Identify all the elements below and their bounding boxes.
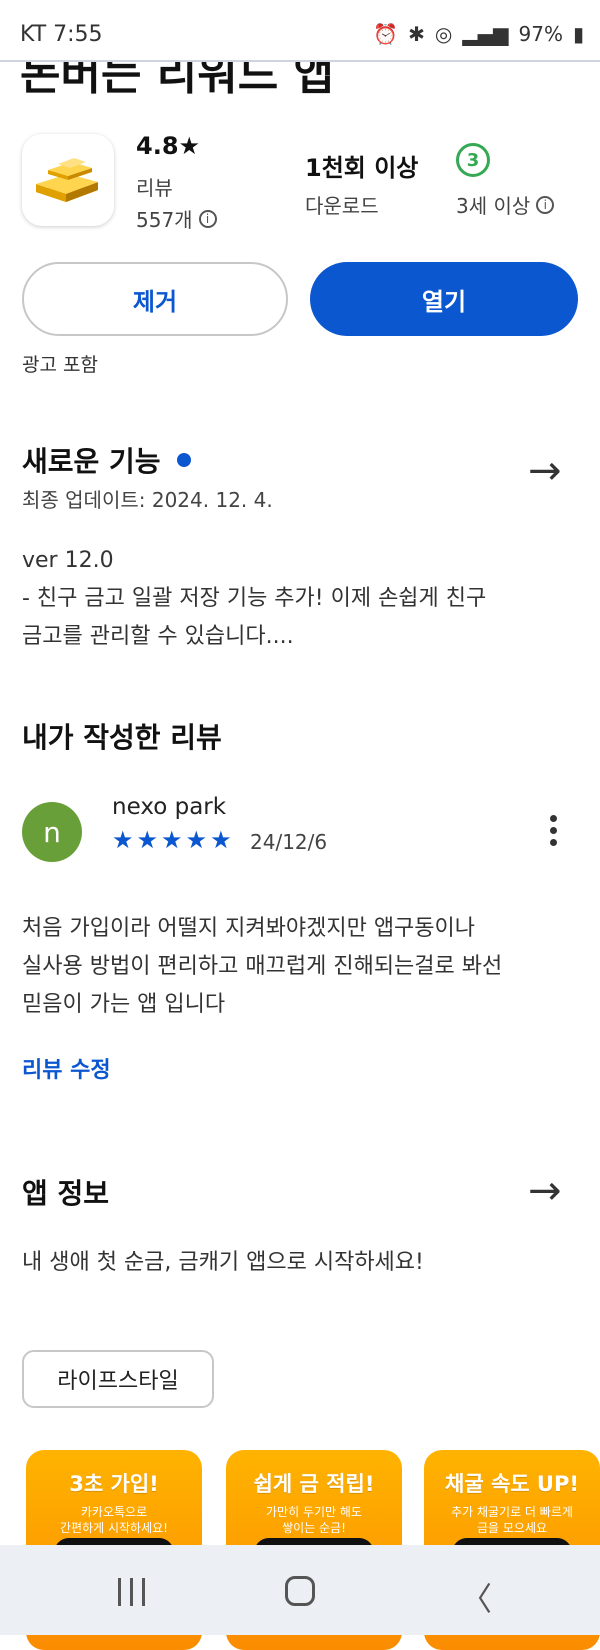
age-rating[interactable]: 3세 이상 i [456,190,555,219]
star-icon: ★ [161,826,183,854]
uninstall-button[interactable]: 제거 [22,262,288,336]
review-line-1: 처음 가입이라 어떨지 지켜봐야겠지만 앱구동이나 [22,916,476,941]
downloads-label: 다운로드 [305,194,379,218]
category-chip[interactable]: 라이프스타일 [22,1350,214,1408]
avatar: n [22,802,82,862]
age-rating-badge: 3 [456,143,490,177]
review-count-text: 557개 [136,208,193,232]
screenshot-sub: 가만히 두기만 해도 [266,1505,362,1519]
battery-text: 97% [518,22,563,46]
whats-new-title: 새로운 기능 [22,445,161,478]
back-icon[interactable]: 〈 [460,1574,492,1620]
review-line-3: 믿음이 가는 앱 입니다 [22,992,226,1017]
whats-new-line-1: - 친구 금고 일괄 저장 기능 추가! 이제 손쉽게 친구 [22,586,487,611]
star-icon: ★ [136,826,159,854]
review-date: 24/12/6 [250,830,328,854]
version-text: ver 12.0 [22,548,114,573]
info-icon[interactable]: i [198,209,217,228]
battery-icon: ▮ [572,22,584,46]
edit-review-link[interactable]: 리뷰 수정 [22,1052,111,1084]
whats-new-line-2: 금고를 관리할 수 있습니다.... [22,624,294,649]
star-icon: ★ [210,826,232,854]
app-icon [22,134,114,226]
about-title[interactable]: 앱 정보 [22,1172,109,1212]
arrow-right-icon[interactable]: → [528,1168,562,1214]
star-icon: ★ [185,826,208,854]
rating-value: 4.8★ [136,132,201,160]
screenshot-sub: 간편하게 시작하세요! [60,1521,168,1535]
star-icon: ★ [112,826,134,854]
last-updated: 최종 업데이트: 2024. 12. 4. [22,488,273,512]
whats-new-header[interactable]: 새로운 기능 [22,440,191,480]
status-icons: ⏰ ✱ ◎ ▂▄▆ 97% ▮ [373,22,584,46]
more-options-icon[interactable] [548,815,558,846]
screenshot-sub: 금을 모으세요 [476,1521,548,1535]
arrow-right-icon[interactable]: → [528,448,562,494]
screenshot-heading: 채굴 속도 UP! [445,1472,579,1496]
screenshot-sub: 추가 채굴기로 더 빠르게 [451,1505,573,1519]
new-indicator-dot [176,453,191,467]
open-button[interactable]: 열기 [310,262,578,336]
review-count[interactable]: 557개 i [136,204,217,233]
screenshot-sub: 쌓이는 순금! [282,1521,346,1535]
alarm-icon: ⏰ [373,22,399,46]
ads-notice: 광고 포함 [22,354,98,376]
home-icon[interactable] [285,1576,315,1606]
screenshot-heading: 3초 가입! [69,1472,159,1496]
gold-bars-icon [36,158,98,202]
status-time: KT 7:55 [20,22,103,47]
my-review-title: 내가 작성한 리뷰 [22,721,222,754]
bluetooth-icon: ✱ [408,22,425,46]
review-stars: ★ ★ ★ ★ ★ [112,828,232,852]
app-description: 내 생애 첫 순금, 금캐기 앱으로 시작하세요! [22,1250,424,1275]
review-line-2: 실사용 방법이 편리하고 매끄럽게 진해되는걸로 봐선 [22,954,503,979]
screenshot-sub: 카카오톡으로 [80,1505,148,1519]
reviewer-name: nexo park [112,794,227,820]
status-bar: KT 7:55 ⏰ ✱ ◎ ▂▄▆ 97% ▮ [0,0,600,64]
recent-apps-icon[interactable] [118,1578,145,1606]
hotspot-icon: ◎ [434,22,453,46]
info-icon[interactable]: i [536,195,555,214]
downloads-value: 1천회 이상 [305,154,419,182]
age-label: 3세 이상 [456,194,531,218]
rating-label: 리뷰 [136,176,173,200]
screenshot-heading: 쉽게 금 적립! [253,1472,375,1496]
header-divider [0,60,600,62]
signal-icon: ▂▄▆ [462,22,509,46]
